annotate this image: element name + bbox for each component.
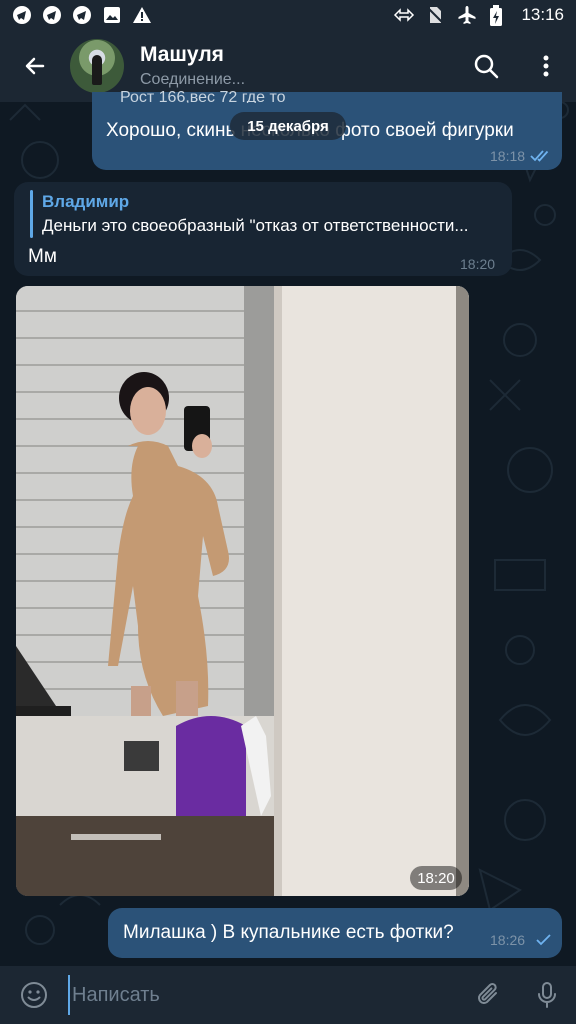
data-arrows-icon: [393, 5, 415, 25]
avatar[interactable]: [70, 39, 124, 93]
date-separator: 15 декабря: [230, 112, 346, 140]
mirror-selfie-image: [16, 286, 469, 896]
paperclip-icon: [478, 983, 497, 1004]
emoji-button[interactable]: [0, 966, 68, 1024]
microphone-icon: [538, 982, 556, 1008]
no-sim-icon: [425, 5, 445, 25]
connection-status: Соединение...: [140, 71, 246, 88]
reply-preview-text[interactable]: Деньги это своеобразный "отказ от ответс…: [42, 216, 504, 236]
chat-title-block[interactable]: Машуля Соединение...: [140, 43, 245, 89]
message-input[interactable]: [68, 975, 460, 1015]
chat-title: Машуля: [140, 43, 224, 66]
message-input-bar: [0, 966, 576, 1024]
single-check-icon: [536, 934, 551, 946]
reply-sender-name[interactable]: Владимир: [42, 192, 129, 212]
image-icon: [102, 5, 122, 25]
telegram-icon: [42, 5, 62, 25]
message-text: Мм: [28, 246, 57, 267]
status-time: 13:16: [521, 5, 564, 24]
photo-message[interactable]: [16, 286, 469, 896]
reply-bar: [30, 190, 33, 238]
telegram-icon: [12, 5, 32, 25]
partial-quoted-text: Рост 166,вес 72 где то: [120, 91, 286, 103]
message-text: Милашка ) В купальнике есть фотки?: [123, 922, 454, 943]
message-time: 18:26: [490, 932, 526, 948]
airplane-icon: [457, 5, 477, 25]
arrow-left-icon: [25, 57, 45, 75]
voice-record-button[interactable]: [518, 966, 576, 1024]
message-time: 18:20: [460, 256, 496, 272]
telegram-icon: [72, 5, 92, 25]
photo-time: 18:20: [410, 866, 462, 890]
double-check-icon: [530, 150, 549, 162]
emoji-icon: [21, 982, 47, 1008]
back-button[interactable]: [0, 30, 70, 102]
status-bar: 13:16: [0, 0, 576, 30]
message-time: 18:18: [490, 148, 526, 164]
more-vert-icon: [543, 55, 549, 77]
attach-button[interactable]: [460, 966, 518, 1024]
battery-icon: [489, 5, 509, 26]
warning-icon: [132, 5, 152, 25]
search-icon: [474, 54, 499, 79]
